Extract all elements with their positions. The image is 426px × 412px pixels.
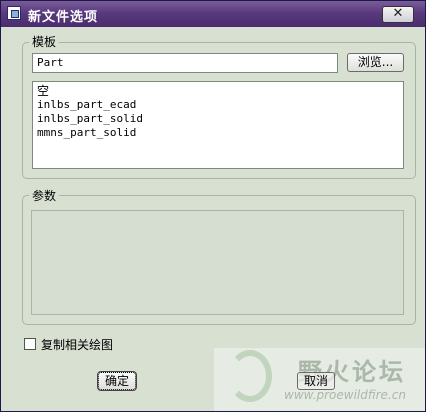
list-item[interactable]: mmns_part_solid <box>37 126 399 140</box>
dialog-title: 新文件选项 <box>28 10 99 25</box>
ok-button[interactable]: 确定 <box>97 371 137 391</box>
copy-related-drawing-checkbox[interactable] <box>24 338 36 350</box>
title-bar[interactable]: 新文件选项 ✕ <box>1 1 425 27</box>
parameters-group-label: 参数 <box>29 187 60 204</box>
parameters-area <box>31 210 404 315</box>
list-item[interactable]: inlbs_part_ecad <box>37 98 399 112</box>
close-icon[interactable]: ✕ <box>382 6 414 23</box>
watermark-url: www.proewildfire.cn <box>284 388 406 402</box>
template-group-label: 模板 <box>29 33 60 50</box>
new-file-options-dialog: 新文件选项 ✕ 模板 Part 浏览... 空 inlbs_part_ecad … <box>0 0 426 412</box>
browse-button[interactable]: 浏览... <box>347 53 404 72</box>
watermark-logo-icon <box>228 350 272 402</box>
list-item[interactable]: 空 <box>37 84 399 98</box>
app-icon <box>7 6 21 20</box>
cancel-button[interactable]: 取消 <box>297 372 335 390</box>
copy-related-drawing-label[interactable]: 复制相关绘图 <box>41 336 113 353</box>
list-item[interactable]: inlbs_part_solid <box>37 112 399 126</box>
template-list[interactable]: 空 inlbs_part_ecad inlbs_part_solid mmns_… <box>32 81 404 169</box>
template-name-input[interactable]: Part <box>32 53 338 73</box>
